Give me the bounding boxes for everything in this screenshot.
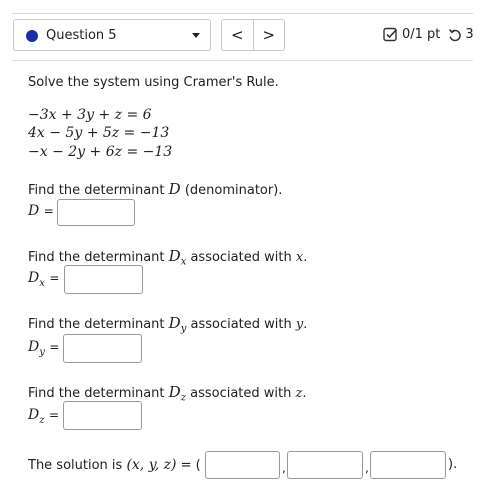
retry-arrow-icon[interactable] — [448, 28, 462, 42]
part-d-instruction: Find the determinant D (denominator). — [28, 180, 282, 198]
dz-answer-input[interactable] — [63, 401, 142, 430]
solution-tuple: (x, y, z) — [126, 457, 177, 473]
part-dy-equals: = — [49, 340, 60, 354]
part-dz-equals: = — [48, 408, 60, 422]
part-dy-label-sub: y — [39, 346, 45, 358]
part-dz-label-sub: z — [39, 414, 45, 426]
solution-equals: = ( — [176, 458, 201, 473]
part-dy-label-symbol: D — [28, 339, 40, 355]
part-dx-answer-label: Dx = — [28, 270, 59, 289]
dx-answer-input[interactable] — [64, 265, 143, 294]
part-dy-answer-label: Dy = — [28, 339, 59, 358]
d-answer-input[interactable] — [57, 199, 135, 226]
part-dx-text-after: associated with — [186, 250, 296, 265]
caret-down-icon — [192, 33, 200, 38]
equation-1: −3x + 3y + z = 6 — [28, 107, 152, 123]
solution-x-input[interactable] — [205, 451, 280, 479]
part-dx-label-sub: x — [39, 277, 45, 289]
part-dx-equals: = — [49, 271, 60, 285]
equation-2: 4x − 5y + 5z = −13 — [28, 125, 170, 141]
part-d-text-after: (denominator). — [180, 183, 283, 198]
score-points: 0/1 pt — [402, 27, 441, 42]
question-select-label: Question 5 — [46, 28, 117, 43]
top-divider — [12, 13, 473, 14]
part-dx-text: Find the determinant — [28, 250, 169, 265]
part-dz-label-symbol: D — [28, 407, 40, 423]
solution-close: ). — [448, 457, 458, 472]
equation-3: −x − 2y + 6z = −13 — [28, 144, 173, 160]
part-d-text: Find the determinant — [28, 183, 169, 198]
solution-z-input[interactable] — [370, 451, 446, 479]
part-dy-end: . — [303, 317, 308, 332]
checkbox-check-icon — [383, 27, 398, 42]
attempts-count: 3 — [465, 27, 474, 42]
problem-prompt: Solve the system using Cramer's Rule. — [28, 75, 279, 90]
part-dz-text: Find the determinant — [28, 386, 169, 401]
part-dz-answer-label: Dz = — [28, 407, 59, 426]
solution-statement: The solution is (x, y, z) = ( — [28, 457, 201, 473]
question-status-dot — [26, 30, 38, 42]
solution-comma-1: , — [282, 461, 286, 475]
part-dz-end: . — [302, 386, 307, 401]
part-dx-end: . — [303, 250, 308, 265]
score-indicator: 0/1 pt 3 — [383, 27, 474, 42]
part-dz-symbol: D — [168, 383, 181, 401]
next-question-button[interactable]: > — [252, 20, 285, 50]
dy-answer-input[interactable] — [63, 334, 142, 363]
part-d-answer-label: D = — [28, 203, 54, 219]
solution-y-input[interactable] — [287, 451, 363, 479]
question-nav: < > — [221, 19, 285, 51]
part-dy-text: Find the determinant — [28, 317, 169, 332]
solution-text: The solution is — [28, 458, 127, 473]
part-dx-label-symbol: D — [28, 270, 40, 286]
solution-comma-2: , — [365, 461, 369, 475]
header-divider — [12, 60, 473, 61]
part-dy-symbol: D — [168, 314, 181, 332]
part-dz-text-after: associated with — [185, 386, 296, 401]
prev-question-button[interactable]: < — [222, 20, 253, 50]
part-d-label-symbol: D — [28, 203, 40, 219]
part-dx-symbol: D — [168, 247, 181, 265]
part-dy-text-after: associated with — [186, 317, 296, 332]
question-select[interactable]: Question 5 — [13, 19, 211, 51]
part-dy-instruction: Find the determinant Dy associated with … — [28, 314, 307, 335]
part-d-symbol: D — [168, 180, 181, 198]
part-d-equals: = — [43, 204, 54, 218]
